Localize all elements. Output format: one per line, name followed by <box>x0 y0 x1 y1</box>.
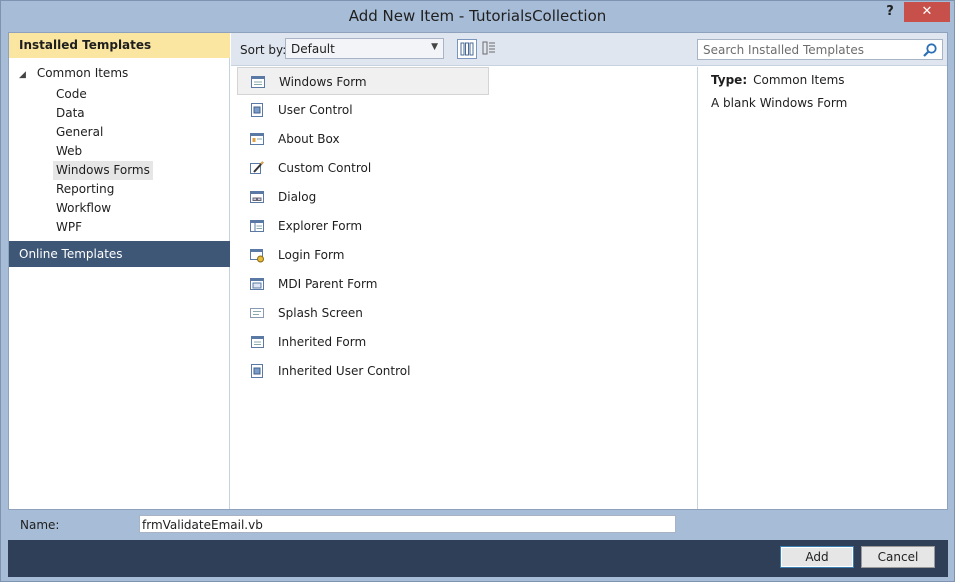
sort-by-value: Default <box>291 42 335 56</box>
user-control-icon <box>251 103 263 117</box>
inherited-user-control-icon <box>251 364 263 378</box>
template-details-pane: Type: Common Items A blank Windows Form <box>699 67 947 509</box>
sort-by-label: Sort by: <box>240 43 287 57</box>
search-installed-templates[interactable] <box>697 39 943 60</box>
windows-form-icon <box>251 76 265 88</box>
template-label: Splash Screen <box>278 306 363 320</box>
tree-item-general[interactable]: General <box>53 123 106 142</box>
mdi-parent-form-icon <box>250 278 264 290</box>
template-item-login-form[interactable]: Login Form <box>237 241 489 269</box>
template-item-windows-form[interactable]: Windows Form <box>237 67 489 95</box>
template-list: Windows Form User Control About Box Cust… <box>231 67 698 509</box>
tree-item-code[interactable]: Code <box>53 85 90 104</box>
dialog-icon <box>250 191 264 203</box>
custom-control-icon <box>250 161 264 174</box>
list-view-icon <box>482 41 495 55</box>
template-item-inherited-user-control[interactable]: Inherited User Control <box>237 357 489 385</box>
template-label: Inherited Form <box>278 335 367 349</box>
dialog-body: Installed Templates ◢ Common Items Code … <box>8 32 948 510</box>
template-item-splash-screen[interactable]: Splash Screen <box>237 299 489 327</box>
type-label: Type: <box>711 73 748 87</box>
template-item-about-box[interactable]: About Box <box>237 125 489 153</box>
name-field[interactable] <box>139 515 676 533</box>
template-label: Inherited User Control <box>278 364 411 378</box>
search-icon[interactable] <box>922 42 938 58</box>
login-form-icon <box>250 249 264 263</box>
cancel-button[interactable]: Cancel <box>861 546 935 568</box>
template-item-dialog[interactable]: Dialog <box>237 183 489 211</box>
collapse-triangle-icon[interactable]: ◢ <box>19 70 33 80</box>
tree-item-windows-forms[interactable]: Windows Forms <box>53 161 153 180</box>
dialog-button-bar: Add Cancel <box>8 540 948 577</box>
tree-item-web[interactable]: Web <box>53 142 85 161</box>
sort-by-dropdown[interactable]: Default ▼ <box>285 38 444 59</box>
installed-templates-header[interactable]: Installed Templates <box>9 33 230 58</box>
template-item-user-control[interactable]: User Control <box>237 96 489 124</box>
title-bar[interactable]: Add New Item - TutorialsCollection ? ✕ <box>1 1 954 32</box>
add-button[interactable]: Add <box>780 546 854 568</box>
template-label: Custom Control <box>278 161 372 175</box>
tree-item-reporting[interactable]: Reporting <box>53 180 117 199</box>
template-label: User Control <box>278 103 353 117</box>
template-label: Dialog <box>278 190 317 204</box>
inherited-form-icon <box>251 336 264 348</box>
grid-view-icon <box>460 42 474 56</box>
chevron-down-icon: ▼ <box>431 42 438 52</box>
templates-toolbar: Sort by: Default ▼ <box>231 33 947 66</box>
template-type: Type: Common Items <box>711 73 845 87</box>
tree-item-wpf[interactable]: WPF <box>53 218 85 237</box>
help-button[interactable]: ? <box>881 4 899 22</box>
template-label: Windows Form <box>279 75 367 89</box>
template-item-custom-control[interactable]: Custom Control <box>237 154 489 182</box>
name-row: Name: <box>8 511 948 539</box>
template-label: Login Form <box>278 248 345 262</box>
template-item-mdi-parent-form[interactable]: MDI Parent Form <box>237 270 489 298</box>
template-item-explorer-form[interactable]: Explorer Form <box>237 212 489 240</box>
list-view-button[interactable] <box>479 39 499 59</box>
type-value: Common Items <box>753 73 845 87</box>
template-categories-pane: Installed Templates ◢ Common Items Code … <box>9 33 230 509</box>
medium-icons-view-button[interactable] <box>457 39 477 59</box>
add-new-item-dialog: Add New Item - TutorialsCollection ? ✕ I… <box>0 0 955 582</box>
template-item-inherited-form[interactable]: Inherited Form <box>237 328 489 356</box>
window-title: Add New Item - TutorialsCollection <box>348 7 607 25</box>
template-description: A blank Windows Form <box>711 96 848 110</box>
template-label: MDI Parent Form <box>278 277 378 291</box>
explorer-form-icon <box>250 220 264 232</box>
close-button[interactable]: ✕ <box>904 2 950 22</box>
tree-item-data[interactable]: Data <box>53 104 88 123</box>
search-input[interactable] <box>698 40 920 59</box>
splash-screen-icon <box>250 308 264 318</box>
template-label: About Box <box>278 132 340 146</box>
tree-node-common-items[interactable]: ◢ Common Items <box>19 66 128 84</box>
name-label: Name: <box>20 518 60 532</box>
tree-node-label: Common Items <box>36 66 129 80</box>
template-label: Explorer Form <box>278 219 363 233</box>
tree-item-workflow[interactable]: Workflow <box>53 199 114 218</box>
online-templates-header[interactable]: Online Templates <box>9 241 230 267</box>
about-box-icon <box>250 133 264 145</box>
